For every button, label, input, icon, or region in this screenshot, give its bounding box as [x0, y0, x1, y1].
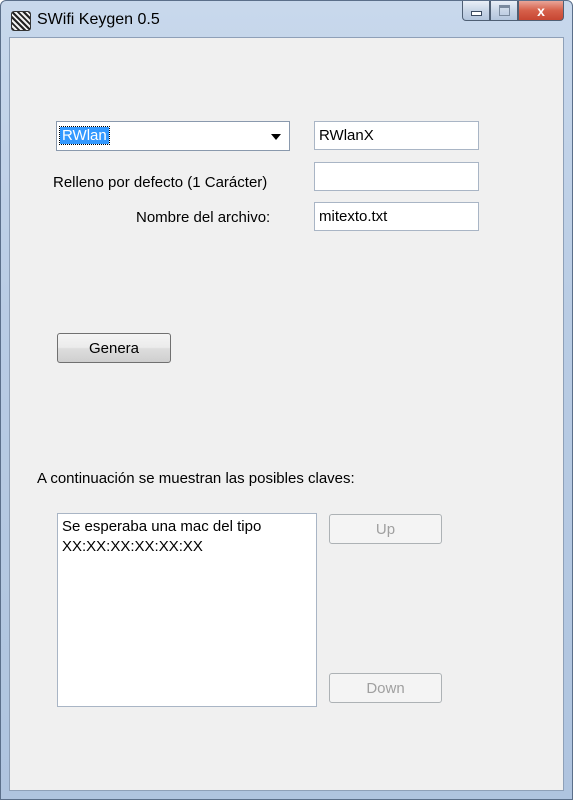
maximize-icon — [498, 5, 510, 16]
close-button[interactable]: x — [518, 1, 564, 21]
filename-label: Nombre del archivo: — [136, 209, 271, 226]
minimize-button[interactable] — [462, 1, 490, 21]
up-button[interactable]: Up — [329, 514, 442, 544]
list-item: XX:XX:XX:XX:XX:XX — [62, 538, 203, 555]
prefix-input[interactable]: RWlanX — [314, 121, 479, 150]
caption-buttons: x — [462, 1, 564, 23]
type-combobox[interactable]: RWlan — [56, 121, 290, 151]
list-item: Se esperaba una mac del tipo — [62, 518, 262, 535]
results-heading: A continuación se muestran las posibles … — [37, 470, 355, 487]
generate-button[interactable]: Genera — [57, 333, 171, 363]
minimize-icon — [470, 11, 482, 16]
down-button[interactable]: Down — [329, 673, 442, 703]
filename-input[interactable]: mitexto.txt — [314, 202, 479, 231]
type-combobox-value: RWlan — [59, 126, 110, 145]
close-icon: x — [537, 2, 545, 19]
app-window: SWifi Keygen 0.5 x RWlan RWlanX Relleno … — [0, 0, 573, 800]
chevron-down-icon[interactable] — [271, 134, 281, 140]
maximize-button[interactable] — [490, 1, 518, 21]
padding-label: Relleno por defecto (1 Carácter) — [53, 174, 268, 191]
title-bar[interactable]: SWifi Keygen 0.5 x — [1, 1, 572, 37]
app-icon[interactable] — [11, 11, 31, 31]
client-area: RWlan RWlanX Relleno por defecto (1 Cará… — [9, 37, 564, 791]
results-listbox[interactable]: Se esperaba una mac del tipo XX:XX:XX:XX… — [57, 513, 317, 707]
padding-input[interactable] — [314, 162, 479, 191]
window-title: SWifi Keygen 0.5 — [37, 11, 160, 28]
